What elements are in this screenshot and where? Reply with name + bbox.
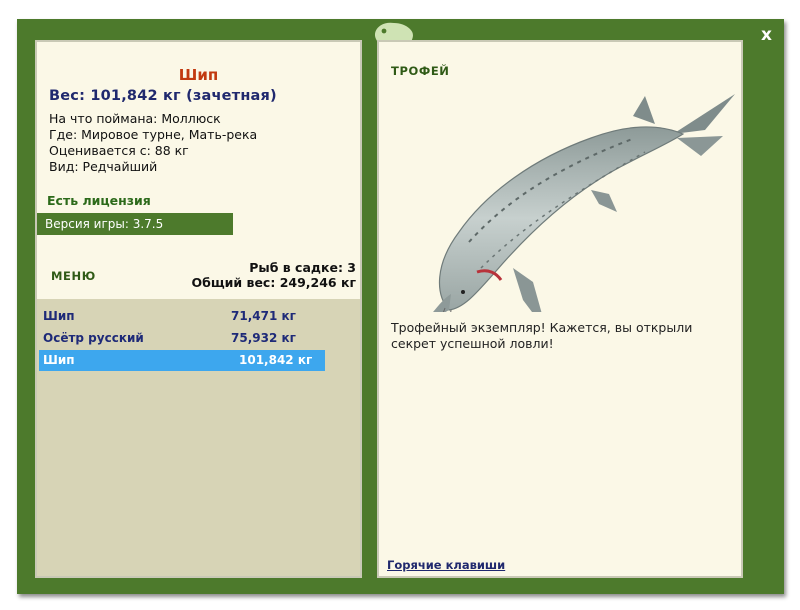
close-icon[interactable]: x bbox=[761, 25, 772, 45]
catch-name: Шип bbox=[43, 309, 75, 323]
trophy-panel: ТРОФЕЙ Трофейный экземпляр! Кажется, вы … bbox=[377, 40, 743, 578]
catch-name: Шип bbox=[43, 353, 75, 367]
rarity-info: Вид: Редчайший bbox=[49, 159, 158, 174]
game-version-bar: Версия игры: 3.7.5 bbox=[37, 213, 233, 235]
catch-weight: 75,932 кг bbox=[231, 331, 296, 345]
keep-net-stats: Рыб в садке: 3 Общий вес: 249,246 кг bbox=[192, 260, 357, 290]
menu-button[interactable]: МЕНЮ bbox=[51, 269, 96, 283]
value-info: Оценивается с: 88 кг bbox=[49, 143, 189, 158]
fish-weight: Вес: 101,842 кг (зачетная) bbox=[49, 88, 277, 104]
list-item[interactable]: Шип 71,471 кг bbox=[39, 306, 325, 327]
bait-info: На что поймана: Моллюск bbox=[49, 111, 221, 126]
hotkeys-link[interactable]: Горячие клавиши bbox=[387, 558, 505, 572]
game-window-frame: x Шип Вес: 101,842 кг (зачетная) На что … bbox=[17, 19, 784, 594]
fish-info-panel: Шип Вес: 101,842 кг (зачетная) На что по… bbox=[35, 40, 362, 578]
list-item[interactable]: Осётр русский 75,932 кг bbox=[39, 328, 325, 349]
location-info: Где: Мировое турне, Мать-река bbox=[49, 127, 258, 142]
list-item-selected[interactable]: Шип 101,842 кг bbox=[39, 350, 325, 371]
catch-weight: 71,471 кг bbox=[231, 309, 296, 323]
sturgeon-image bbox=[433, 94, 735, 312]
license-status: Есть лицензия bbox=[47, 193, 151, 208]
catch-list: Шип 71,471 кг Осётр русский 75,932 кг Ши… bbox=[37, 299, 360, 576]
trophy-message: Трофейный экземпляр! Кажется, вы открыли… bbox=[391, 320, 693, 351]
catch-weight: 101,842 кг bbox=[239, 353, 313, 367]
keep-count: Рыб в садке: 3 bbox=[249, 260, 356, 275]
keep-total-weight: Общий вес: 249,246 кг bbox=[191, 275, 357, 290]
fish-name: Шип bbox=[178, 66, 219, 84]
catch-name: Осётр русский bbox=[43, 331, 144, 345]
